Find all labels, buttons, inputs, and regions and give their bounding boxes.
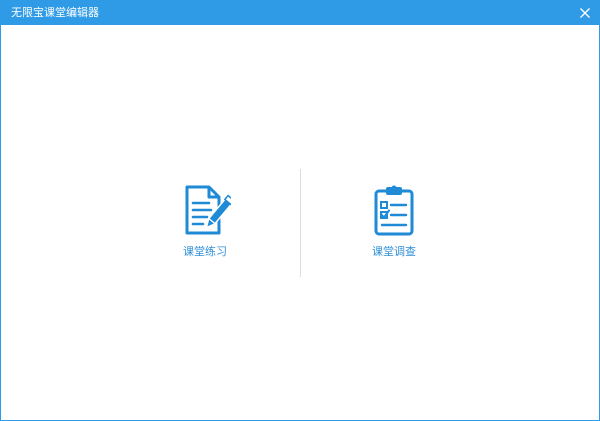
document-pencil-icon (185, 185, 231, 235)
classroom-survey-label: 课堂调查 (372, 245, 416, 258)
classroom-survey-button[interactable]: 课堂调查 (339, 183, 449, 273)
window-title: 无限宝课堂编辑器 (11, 6, 99, 19)
classroom-exercise-label: 课堂练习 (183, 245, 227, 258)
content-area: 课堂练习 课堂调查 (1, 25, 599, 420)
clipboard-checklist-icon (374, 185, 414, 236)
title-bar[interactable]: 无限宝课堂编辑器 (1, 1, 599, 25)
editor-window: 无限宝课堂编辑器 课堂练习 课堂调查 (0, 0, 600, 421)
classroom-exercise-button[interactable]: 课堂练习 (150, 183, 260, 273)
close-icon (580, 8, 590, 18)
vertical-divider (300, 169, 301, 277)
close-button[interactable] (575, 3, 595, 23)
